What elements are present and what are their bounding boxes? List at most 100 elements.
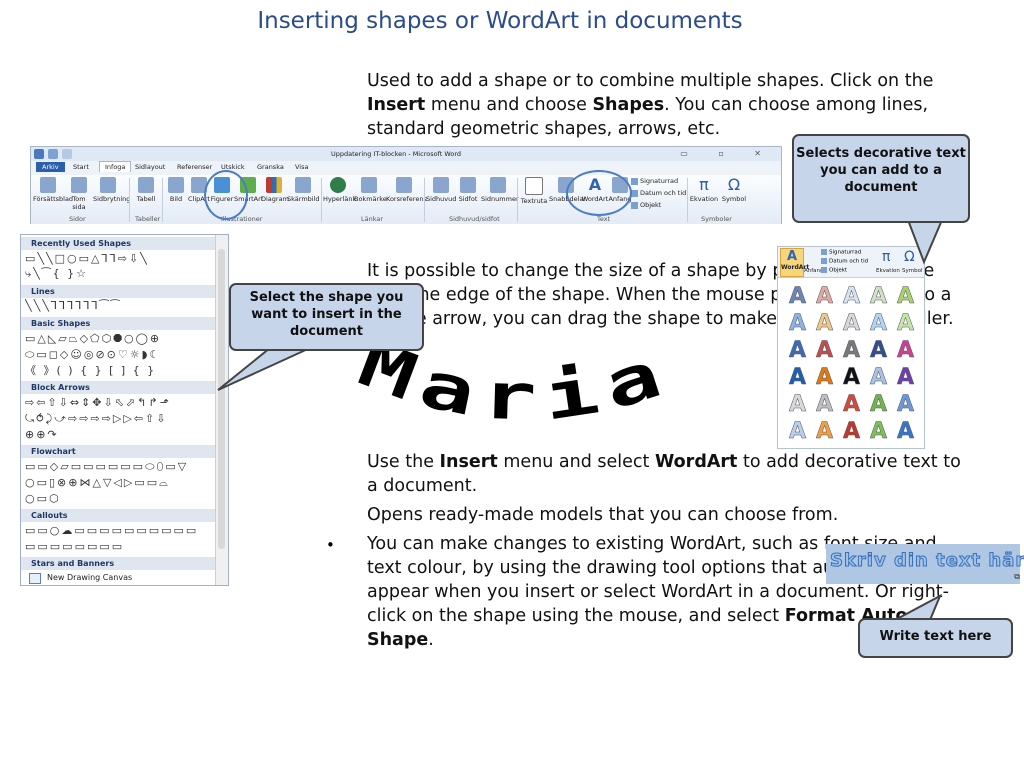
wordart-style-option[interactable]: A [865,364,892,391]
diagram-button[interactable]: Diagram [261,177,289,203]
tab-referenser[interactable]: Referenser [177,163,212,171]
wa-text-5: . [428,630,434,650]
wordart-style-option[interactable]: A [784,418,811,445]
scrollbar-thumb[interactable] [218,249,225,549]
wordart-style-option[interactable]: A [811,391,838,418]
wordart-highlight-circle [566,170,632,216]
tab-arkiv[interactable]: Arkiv [36,162,65,172]
ribbon-titlebar: Uppdatering IT-blocken - Microsoft Word … [31,147,781,161]
wordart-style-option[interactable]: A [811,283,838,310]
gallery-objekt-label: Objekt [829,267,848,274]
wordart-style-option[interactable]: A [784,364,811,391]
shape-row[interactable]: ○▭▯⊗⊕⋈△▽◁▷▭▭⌓ [25,476,213,490]
wordart-style-option[interactable]: A [865,418,892,445]
shape-row[interactable]: ⇨⇦⇧⇩⇔⇕✥⇩⬁⬀↰↱⬏ [25,396,213,410]
ribbon-body: Försättsblad Tom sida Sidbrytning Tabell… [31,175,781,224]
wordart-style-option[interactable]: A [811,337,838,364]
forsattsblad-button[interactable]: Försättsblad [33,177,73,203]
save-icon[interactable] [48,149,58,159]
bokmarke-button[interactable]: Bokmärke [354,177,387,203]
wordart-style-option[interactable]: A [892,310,919,337]
sidnummer-label: Sidnummer [481,195,519,203]
hyperlank-button[interactable]: Hyperlänk [323,177,356,203]
screenshot-icon [295,177,311,193]
datum-item[interactable]: Datum och tid [631,189,686,197]
maria-wordart: Maria [350,348,672,436]
wordart-style-option[interactable]: A [838,391,865,418]
wordart-style-option[interactable]: A [784,337,811,364]
gallery-datum[interactable]: Datum och tid [821,258,868,265]
shape-row[interactable]: ⤿⥀⤸⤻⇨⇨⇨⇨▷▷⇦⇧⇩ [25,412,213,426]
wordart-paragraph-2: Opens ready-made models that you can cho… [367,505,839,525]
wordart-style-option[interactable]: A [865,337,892,364]
wordart-style-option[interactable]: A [811,418,838,445]
wordart-style-option[interactable]: A [865,283,892,310]
sidnummer-button[interactable]: Sidnummer [481,177,519,203]
gallery-objekt[interactable]: Objekt [821,267,847,274]
wordart-style-option[interactable]: A [811,364,838,391]
korsreferens-button[interactable]: Korsreferens [386,177,427,203]
bild-button[interactable]: Bild [165,177,187,203]
wordart-style-option[interactable]: A [784,283,811,310]
wordart-style-option[interactable]: A [784,310,811,337]
wordart-style-option[interactable]: A [865,391,892,418]
intro-text-1: Used to add a shape or to combine multip… [367,71,934,91]
shape-row[interactable]: ⬭▭◻◇☺◎⊘⊙♡☼◗☾ [25,348,213,362]
window-controls[interactable]: ▭ ▫ ✕ [680,149,775,158]
wordart-style-option[interactable]: A [784,391,811,418]
wordart-style-option[interactable]: A [838,283,865,310]
shape-row[interactable]: ╲╲╲⅂⅂⅂⅂⅂⅂⁀⁀ [25,299,213,313]
new-drawing-canvas-item[interactable]: New Drawing Canvas [47,573,132,582]
tab-start[interactable]: Start [73,163,89,171]
omega-icon[interactable]: Ω [904,249,915,265]
shape-row[interactable]: ▭▭◇▱▭▭▭▭▭▭⬭⬯▭▽ [25,460,213,474]
calendar-icon [631,189,638,197]
wordart-placeholder[interactable]: Skriv din text här ⧉ [826,544,1024,584]
skarmbild-button[interactable]: Skärmbild [287,177,320,203]
intro-paragraph: Used to add a shape or to combine multip… [367,69,967,141]
tom-sida-button[interactable]: Tom sida [67,177,91,211]
shapes-scrollbar[interactable] [215,235,228,585]
wordart-style-option[interactable]: A [811,310,838,337]
wordart-style-option[interactable]: A [892,391,919,418]
wordart-style-option[interactable]: A [892,283,919,310]
shape-row[interactable]: ⊕⊕↷ [25,428,213,442]
sidbrytning-button[interactable]: Sidbrytning [93,177,130,203]
layout-options-icon[interactable]: ⧉ [1014,572,1020,582]
undo-icon[interactable] [62,149,72,159]
tabell-button[interactable]: Tabell [133,177,159,203]
shape-row[interactable]: ▭╲╲□○▭△⅂⅂⇨⇩╲ [25,252,213,266]
pi-icon[interactable]: π [882,249,890,265]
objekt-item[interactable]: Objekt [631,201,661,209]
shape-row[interactable]: ▭▭▭▭▭▭▭▭ [25,540,213,554]
ekvation-button[interactable]: π Ekvation [689,177,719,204]
wordart-style-option[interactable]: A [838,364,865,391]
shape-row[interactable]: ▭▭○☁▭▭▭▭▭▭▭▭▭▭ [25,524,213,538]
tab-granska[interactable]: Granska [257,163,284,171]
wordart-style-option[interactable]: A [838,418,865,445]
sidfot-button[interactable]: Sidfot [455,177,481,203]
shape-row[interactable]: ▭△◺▱⏢◇⬠⬡⯃○◯⊕ [25,332,213,346]
wordart-placeholder-text[interactable]: Skriv din text här [829,550,1024,572]
shape-row[interactable]: 《 》( ) { } [ ] { } [25,364,213,378]
shape-row[interactable]: ○▭⬡ [25,492,213,506]
gallery-signaturrad[interactable]: Signaturrad [821,249,861,256]
sidhuvud-button[interactable]: Sidhuvud [426,177,456,203]
wordart-style-option[interactable]: A [892,337,919,364]
wordart-style-option[interactable]: A [838,310,865,337]
tab-infoga[interactable]: Infoga [99,161,132,172]
ribbon-separator [321,178,322,222]
wordart-style-option[interactable]: A [892,364,919,391]
tab-sidlayout[interactable]: Sidlayout [135,163,165,171]
tab-visa[interactable]: Visa [295,163,308,171]
wordart-style-option[interactable]: A [838,337,865,364]
gallery-datum-label: Datum och tid [829,258,869,265]
shape-row[interactable]: ⤷╲⁀{ }☆ [25,267,213,281]
wordart-style-option[interactable]: A [892,418,919,445]
wordart-style-option[interactable]: A [865,310,892,337]
category-flowchart: Flowchart [21,445,215,458]
wordart-gallery-button[interactable]: A WordArt [780,248,809,277]
signaturrad-item[interactable]: Signaturrad [631,177,678,185]
textruta-button[interactable]: Textruta [519,177,549,205]
symbol-button[interactable]: Ω Symbol [719,177,749,204]
